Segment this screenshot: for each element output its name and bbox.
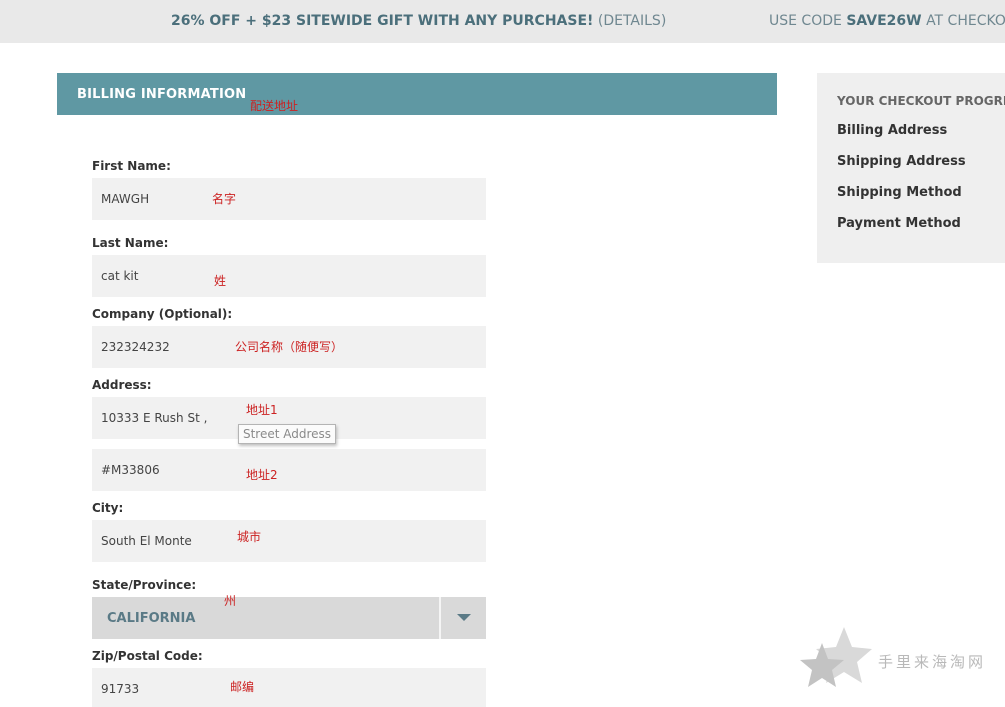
promo-code-suffix: AT CHECKO (926, 13, 1005, 29)
zip-label: Zip/Postal Code: (92, 649, 203, 663)
address-line2-value: #M33806 (101, 463, 160, 477)
watermark: 手里来海淘网 (800, 625, 1005, 695)
checkout-progress-title: YOUR CHECKOUT PROGRE (837, 94, 1005, 108)
progress-step-shipping-address[interactable]: Shipping Address (837, 154, 966, 169)
progress-step-payment-method[interactable]: Payment Method (837, 216, 961, 231)
first-name-annotation: 名字 (212, 192, 237, 206)
checkout-progress-panel: YOUR CHECKOUT PROGRE Billing Address Shi… (817, 73, 1005, 263)
billing-title-annotation: 配送地址 (250, 99, 299, 113)
state-select-divider (439, 597, 441, 639)
state-label: State/Province: (92, 578, 197, 592)
star-icon (800, 627, 872, 687)
promo-code-value: SAVE26W (846, 13, 922, 29)
zip-annotation: 邮编 (230, 680, 255, 694)
promo-offer: 26% OFF + $23 SITEWIDE GIFT WITH ANY PUR… (171, 13, 666, 29)
company-value: 232324232 (101, 340, 170, 354)
promo-code-prefix: USE CODE (769, 13, 842, 29)
company-label: Company (Optional): (92, 307, 233, 321)
first-name-value: MAWGH (101, 192, 150, 206)
city-value: South El Monte (101, 534, 192, 548)
address-line1-value: 10333 E Rush St , (101, 411, 208, 425)
city-input[interactable]: South El Monte (92, 520, 486, 562)
state-annotation: 州 (224, 594, 237, 608)
promo-offer-text: 26% OFF + $23 SITEWIDE GIFT WITH ANY PUR… (171, 13, 594, 29)
last-name-input[interactable]: cat kit (92, 255, 486, 297)
street-address-tooltip: Street Address (238, 424, 336, 444)
state-selected-value: CALIFORNIA (107, 611, 196, 626)
last-name-label: Last Name: (92, 236, 169, 250)
last-name-value: cat kit (101, 269, 139, 283)
first-name-input[interactable]: MAWGH (92, 178, 486, 220)
address-line2-annotation: 地址2 (246, 468, 278, 482)
chevron-down-icon[interactable] (457, 614, 471, 621)
progress-step-billing-address[interactable]: Billing Address (837, 123, 947, 138)
first-name-label: First Name: (92, 159, 171, 173)
address-line1-annotation: 地址1 (246, 403, 278, 417)
zip-input[interactable]: 91733 (92, 668, 486, 707)
company-annotation: 公司名称（随便写） (235, 340, 344, 354)
progress-step-shipping-method[interactable]: Shipping Method (837, 185, 962, 200)
watermark-text: 手里来海淘网 (878, 653, 987, 671)
city-label: City: (92, 501, 124, 515)
promo-code: USE CODE SAVE26W AT CHECKO (769, 13, 1005, 29)
promo-bar: 26% OFF + $23 SITEWIDE GIFT WITH ANY PUR… (0, 0, 1005, 43)
zip-value: 91733 (101, 682, 140, 696)
last-name-annotation: 姓 (214, 274, 227, 288)
billing-header: BILLING INFORMATION (57, 73, 777, 115)
address-line2-input[interactable]: #M33806 (92, 449, 486, 491)
promo-details-link[interactable]: (DETAILS) (598, 13, 666, 29)
address-label: Address: (92, 378, 152, 392)
city-annotation: 城市 (237, 530, 262, 544)
billing-title: BILLING INFORMATION (77, 87, 247, 102)
state-select[interactable]: CALIFORNIA (92, 597, 486, 639)
